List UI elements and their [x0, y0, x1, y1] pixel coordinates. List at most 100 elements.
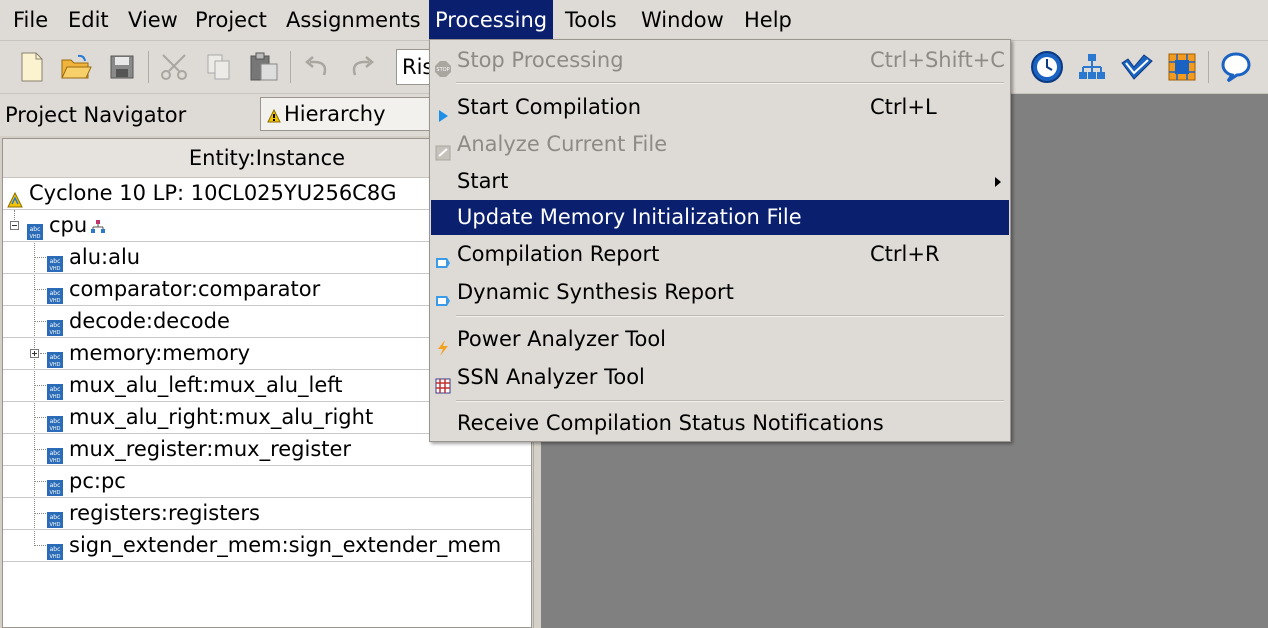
project-navigator-title: Project Navigator	[5, 103, 187, 127]
tree-row[interactable]: abc VHD pc:pc	[3, 466, 531, 498]
vhd-entity-icon: abc VHD	[47, 474, 63, 496]
menu-item-label: Power Analyzer Tool	[457, 327, 667, 351]
svg-text:abc: abc	[50, 418, 61, 425]
menu-view[interactable]: View	[122, 0, 184, 40]
svg-text:abc: abc	[30, 226, 41, 233]
menu-item-receive-compilation-status-notifications[interactable]: Receive Compilation Status Notifications	[431, 406, 1009, 441]
menu-item-label: Stop Processing	[457, 48, 624, 72]
menu-item-start-submenu[interactable]: Start	[431, 164, 1009, 199]
menu-item-label: Compilation Report	[457, 242, 660, 266]
redo-icon[interactable]	[344, 49, 380, 85]
menu-item-start-compilation[interactable]: Start Compilation Ctrl+L	[431, 90, 1009, 125]
undo-icon[interactable]	[299, 49, 335, 85]
shortcut-label: Ctrl+Shift+C	[870, 48, 1005, 72]
menu-project[interactable]: Project	[189, 0, 273, 40]
svg-text:abc: abc	[50, 290, 61, 297]
tree-row[interactable]: abc VHD registers:registers	[3, 498, 531, 530]
help-chat-icon[interactable]	[1218, 49, 1254, 85]
ssn-grid-icon	[435, 370, 451, 394]
top-level-hierarchy-icon	[91, 212, 105, 233]
tree-label: decode:decode	[69, 309, 230, 333]
menu-item-analyze-current-file[interactable]: Analyze Current File	[431, 127, 1009, 162]
expand-toggle[interactable]	[30, 349, 39, 358]
svg-text:VHD: VHD	[49, 554, 60, 560]
menu-window[interactable]: Window	[635, 0, 730, 40]
programmer-icon[interactable]	[1119, 49, 1155, 85]
navigator-view-select[interactable]: Hierarchy	[260, 97, 435, 131]
svg-text:VHD: VHD	[49, 490, 60, 496]
svg-text:abc: abc	[50, 482, 61, 489]
tree-label: pc:pc	[69, 469, 126, 493]
menu-item-stop-processing[interactable]: STOP Stop Processing Ctrl+Shift+C	[431, 43, 1009, 78]
tree-label: comparator:comparator	[69, 277, 321, 301]
open-folder-icon[interactable]	[58, 49, 94, 85]
svg-text:VHD: VHD	[29, 234, 40, 240]
svg-text:abc: abc	[50, 514, 61, 521]
svg-text:VHD: VHD	[49, 426, 60, 432]
vhd-entity-icon: abc VHD	[47, 442, 63, 464]
svg-text:abc: abc	[50, 322, 61, 329]
tree-label: registers:registers	[69, 501, 260, 525]
tree-label: mux_alu_left:mux_alu_left	[69, 373, 343, 397]
shortcut-label: Ctrl+R	[870, 242, 940, 266]
report-icon	[435, 285, 451, 306]
menu-tools[interactable]: Tools	[559, 0, 623, 40]
copy-icon[interactable]	[201, 49, 237, 85]
vhd-entity-icon: abc VHD	[47, 410, 63, 432]
menu-item-ssn-analyzer-tool[interactable]: SSN Analyzer Tool	[431, 360, 1009, 395]
svg-text:VHD: VHD	[49, 266, 60, 272]
vhd-entity-icon: abc VHD	[47, 314, 63, 336]
tree-row[interactable]: abc VHD sign_extender_mem:sign_extender_m…	[3, 530, 531, 562]
submenu-arrow-icon	[995, 177, 1001, 187]
menu-item-label: Update Memory Initialization File	[457, 205, 802, 229]
menu-processing[interactable]: Processing	[429, 0, 554, 40]
device-label: Cyclone 10 LP: 10CL025YU256C8G	[29, 181, 397, 205]
menu-file[interactable]: File	[7, 0, 54, 40]
collapse-toggle[interactable]	[10, 221, 19, 230]
navigator-view-select-label: Hierarchy	[284, 102, 386, 126]
menu-item-label: Start Compilation	[457, 95, 642, 119]
menu-bar: File Edit View Project Assignments Proce…	[0, 0, 1268, 41]
shortcut-label: Ctrl+L	[870, 95, 937, 119]
tree-label: mux_register:mux_register	[69, 437, 352, 461]
svg-text:VHD: VHD	[49, 330, 60, 336]
report-icon	[435, 247, 451, 268]
new-file-icon[interactable]	[14, 49, 50, 85]
tree-label-cpu: cpu	[49, 213, 88, 237]
menu-help[interactable]: Help	[738, 0, 798, 40]
menu-assignments[interactable]: Assignments	[280, 0, 427, 40]
power-icon	[435, 332, 451, 356]
menu-edit[interactable]: Edit	[62, 0, 115, 40]
svg-text:abc: abc	[50, 354, 61, 361]
svg-text:STOP: STOP	[436, 67, 449, 73]
vhd-entity-icon: abc VHD	[47, 378, 63, 400]
stop-icon: STOP	[435, 53, 451, 77]
paste-icon[interactable]	[246, 49, 282, 85]
svg-text:abc: abc	[50, 546, 61, 553]
tree-label: alu:alu	[69, 245, 141, 269]
netlist-viewer-icon[interactable]	[1074, 49, 1110, 85]
svg-text:VHD: VHD	[49, 458, 60, 464]
svg-text:abc: abc	[50, 386, 61, 393]
svg-text:VHD: VHD	[49, 362, 60, 368]
menu-item-update-memory-initialization-file[interactable]: Update Memory Initialization File	[431, 200, 1009, 235]
menu-item-label: Analyze Current File	[457, 132, 668, 156]
menu-item-compilation-report[interactable]: Compilation Report Ctrl+R	[431, 237, 1009, 272]
menu-item-power-analyzer-tool[interactable]: Power Analyzer Tool	[431, 322, 1009, 357]
svg-text:VHD: VHD	[49, 394, 60, 400]
svg-text:abc: abc	[50, 450, 61, 457]
save-icon[interactable]	[104, 49, 140, 85]
menu-item-dynamic-synthesis-report[interactable]: Dynamic Synthesis Report	[431, 275, 1009, 310]
vhd-entity-icon: abc VHD	[47, 506, 63, 528]
play-icon	[435, 100, 451, 122]
device-warning-icon	[7, 186, 23, 208]
chip-planner-icon[interactable]	[1164, 49, 1200, 85]
cut-icon[interactable]	[156, 49, 192, 85]
tree-label: sign_extender_mem:sign_extender_mem	[69, 533, 502, 557]
menu-item-label: Dynamic Synthesis Report	[457, 280, 734, 304]
svg-text:abc: abc	[50, 258, 61, 265]
processing-menu: STOP Stop Processing Ctrl+Shift+C Start …	[429, 39, 1011, 442]
timing-analyzer-icon[interactable]	[1029, 49, 1065, 85]
menu-item-label: Receive Compilation Status Notifications	[457, 411, 884, 435]
svg-text:VHD: VHD	[49, 298, 60, 304]
